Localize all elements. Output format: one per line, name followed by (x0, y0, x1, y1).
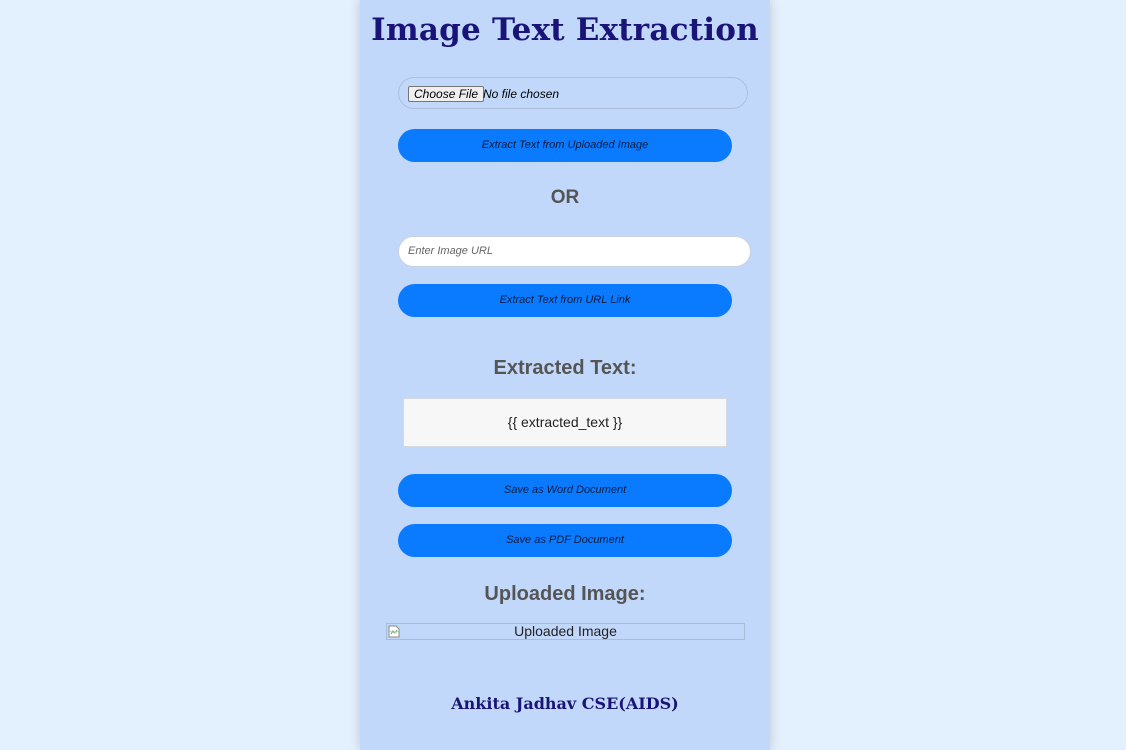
file-upload-field[interactable]: Choose File No file chosen (398, 77, 748, 109)
main-panel: Image Text Extraction Choose File No fil… (360, 0, 770, 750)
image-url-input[interactable]: Enter Image URL (398, 236, 751, 267)
file-status-text: No file chosen (483, 87, 560, 101)
uploaded-image-heading: Uploaded Image: (484, 583, 646, 605)
footer-credit: Ankita Jadhav CSE(AIDS) (451, 694, 679, 713)
page-title: Image Text Extraction (371, 12, 759, 48)
or-divider: OR (550, 187, 580, 208)
broken-image-icon (388, 625, 400, 638)
extract-url-button[interactable]: Extract Text from URL Link (398, 284, 732, 317)
save-pdf-button[interactable]: Save as PDF Document (398, 524, 732, 557)
uploaded-image: Uploaded Image (386, 623, 745, 640)
extracted-text-heading: Extracted Text: (493, 357, 637, 379)
save-word-button[interactable]: Save as Word Document (398, 474, 732, 507)
extract-uploaded-button[interactable]: Extract Text from Uploaded Image (398, 129, 732, 162)
choose-file-button[interactable]: Choose File (408, 86, 485, 102)
extracted-text-box: {{ extracted_text }} (403, 398, 727, 447)
uploaded-image-alt: Uploaded Image (514, 623, 617, 639)
